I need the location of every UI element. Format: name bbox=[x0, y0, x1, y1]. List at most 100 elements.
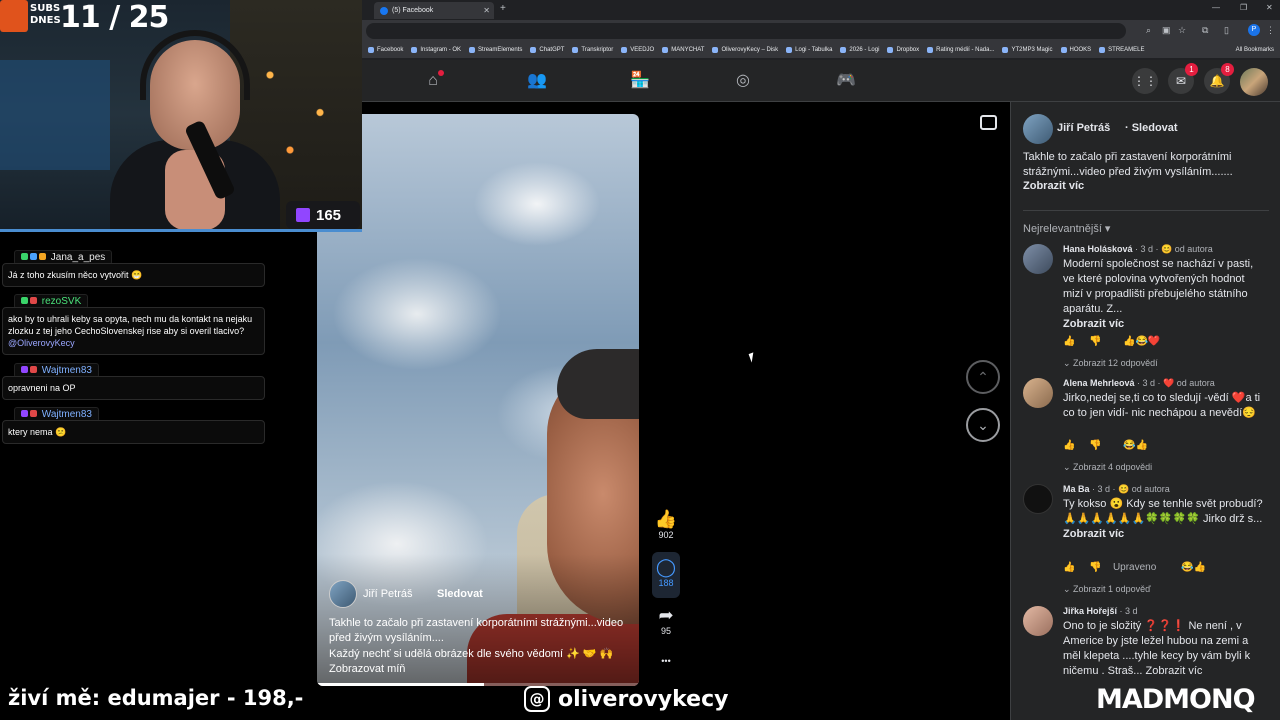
commenter-name[interactable]: Hana Holásková bbox=[1063, 244, 1133, 254]
friends-icon[interactable]: 👥 bbox=[526, 70, 548, 92]
like-button[interactable]: 👍 902 bbox=[652, 508, 680, 540]
commenter-name[interactable]: Jiřka Hořejší bbox=[1063, 606, 1117, 616]
bookmark-item[interactable]: Facebook bbox=[368, 47, 403, 53]
bookmark-item[interactable]: HOOKS bbox=[1060, 47, 1091, 53]
chat-message: ktery nema 😕 bbox=[2, 420, 265, 444]
close-window-icon[interactable]: ✕ bbox=[1266, 3, 1273, 12]
gaming-icon[interactable]: 🎮 bbox=[835, 70, 857, 92]
commenter-name[interactable]: Ma Ba bbox=[1063, 484, 1090, 494]
view-replies-link[interactable]: ⌄ Zobrazit 12 odpovědí bbox=[1063, 358, 1158, 369]
reel-author-name[interactable]: Jiří Petráš bbox=[363, 588, 413, 600]
comment-sort-dropdown[interactable]: Nejrelevantnější ▾ bbox=[1023, 222, 1110, 235]
marketplace-icon[interactable]: 🏪 bbox=[629, 70, 651, 92]
extensions-icon[interactable]: ⧉ bbox=[1202, 25, 1208, 36]
bookmark-item[interactable]: YT2MP3 Magic bbox=[1002, 47, 1053, 53]
chat-overlay: Jana_a_pes Já z toho zkusím něco vytvoři… bbox=[0, 236, 317, 720]
previous-reel-button[interactable]: ⌃ bbox=[966, 360, 1000, 394]
chevron-down-icon: ⌄ bbox=[977, 417, 989, 433]
share-button[interactable]: ➦ 95 bbox=[652, 604, 680, 636]
bookmark-item[interactable]: StreamElements bbox=[469, 47, 522, 53]
next-reel-button[interactable]: ⌄ bbox=[966, 408, 1000, 442]
bookmark-item[interactable]: Instagram - OK bbox=[411, 47, 461, 53]
all-bookmarks[interactable]: All Bookmarks bbox=[1236, 47, 1274, 53]
post-follow-button[interactable]: · Sledovat bbox=[1125, 122, 1178, 134]
dislike-comment-icon[interactable]: 👎 bbox=[1089, 440, 1101, 451]
bookmark-item[interactable]: Logi - Tabulka bbox=[786, 47, 832, 53]
facebook-nav: ⌂ 👥 🏪 ◎ 🎮 ⋮⋮ ✉ 1 🔔 8 bbox=[360, 60, 1280, 102]
commenter-avatar[interactable] bbox=[1023, 244, 1053, 274]
share-icon: ➦ bbox=[658, 605, 674, 625]
reel-follow-button[interactable]: Sledovat bbox=[437, 588, 483, 600]
comment-see-more[interactable]: Zobrazit víc bbox=[1063, 318, 1124, 330]
address-bar[interactable] bbox=[366, 23, 1126, 39]
toggle-panel-icon[interactable] bbox=[980, 115, 997, 130]
minimize-icon[interactable]: — bbox=[1212, 3, 1220, 12]
reel-author-avatar[interactable] bbox=[329, 580, 357, 608]
bookmark-item[interactable]: OliverovyKecy – Disk bbox=[712, 47, 778, 53]
comment-button[interactable]: ◯ 188 bbox=[652, 556, 680, 588]
profile-avatar[interactable]: P bbox=[1248, 24, 1260, 36]
comment-meta: Jiřka Hořejší · 3 d bbox=[1063, 606, 1138, 616]
sidepanel-icon[interactable]: ▯ bbox=[1224, 25, 1229, 36]
threads-handle: @ oliverovykecy bbox=[524, 686, 728, 712]
view-replies-link[interactable]: ⌄ Zobrazit 1 odpověď bbox=[1063, 584, 1151, 595]
dislike-comment-icon[interactable]: 👎 bbox=[1089, 336, 1101, 347]
home-notification-dot bbox=[438, 70, 444, 76]
reel-video[interactable]: Jiří Petráš Sledovat Takhle to začalo př… bbox=[317, 114, 639, 686]
bookmark-item[interactable]: STREAMELE bbox=[1099, 47, 1145, 53]
viewer-count: 165 bbox=[316, 206, 342, 224]
reel-caption-line: Každý nechť si udělá obrázek dle svého v… bbox=[329, 648, 614, 660]
post-see-more[interactable]: Zobrazit víc bbox=[1023, 180, 1084, 192]
bookmark-item[interactable]: 2026 - Logi bbox=[840, 47, 879, 53]
dislike-comment-icon[interactable]: 👎 bbox=[1089, 562, 1101, 573]
view-replies-link[interactable]: ⌄ Zobrazit 4 odpovědi bbox=[1063, 462, 1152, 473]
chat-message: Já z toho zkusím něco vytvořit 😁 bbox=[2, 263, 265, 287]
new-tab-button[interactable]: + bbox=[500, 3, 506, 14]
tab-title: (5) Facebook bbox=[392, 7, 434, 14]
bookmark-item[interactable]: Dropbox bbox=[887, 47, 919, 53]
comment-actions: 👍 👎 bbox=[1063, 440, 1102, 451]
bookmark-item[interactable]: VEEDJO bbox=[621, 47, 654, 53]
comment-reactions[interactable]: 😂👍 bbox=[1123, 440, 1148, 451]
comments-panel: Jiří Petráš · Sledovat Takhle to začalo … bbox=[1010, 102, 1280, 720]
commenter-avatar[interactable] bbox=[1023, 606, 1053, 636]
comment-body: Ono to je složitý ❓❓❗ Ne není , v Americ… bbox=[1063, 620, 1251, 677]
comment-meta: Ma Ba · 3 d · 😊 od autora bbox=[1063, 484, 1170, 494]
commenter-avatar[interactable] bbox=[1023, 484, 1053, 514]
star-icon[interactable]: ☆ bbox=[1178, 25, 1186, 36]
like-comment-icon[interactable]: 👍 bbox=[1063, 440, 1075, 451]
post-author-name[interactable]: Jiří Petráš bbox=[1057, 122, 1110, 134]
facebook-favicon-icon bbox=[380, 6, 388, 15]
chevron-up-icon: ⌃ bbox=[977, 369, 989, 385]
more-options-button[interactable]: ••• bbox=[652, 656, 680, 666]
webcam-overlay: SUBS DNES 11 / 25 165 bbox=[0, 0, 362, 232]
bookmark-item[interactable]: ChatGPT bbox=[530, 47, 564, 53]
commenter-name[interactable]: Alena Mehrleová bbox=[1063, 378, 1135, 388]
maximize-icon[interactable]: ❐ bbox=[1240, 3, 1247, 12]
tab-facebook[interactable]: (5) Facebook ✕ bbox=[374, 2, 494, 19]
reel-caption-toggle[interactable]: Zobrazovat míň bbox=[329, 662, 629, 677]
account-avatar[interactable] bbox=[1240, 68, 1268, 96]
comment-actions: 👍 👎 bbox=[1063, 336, 1102, 347]
divider bbox=[1023, 210, 1269, 211]
bookmark-item[interactable]: MANYCHAT bbox=[662, 47, 704, 53]
search-icon[interactable]: ⌕ bbox=[1146, 25, 1151, 36]
post-author-avatar[interactable] bbox=[1023, 114, 1053, 144]
like-comment-icon[interactable]: 👍 bbox=[1063, 336, 1075, 347]
subs-goal-count: 11 / 25 bbox=[60, 0, 169, 35]
comment-reactions[interactable]: 😂👍 bbox=[1181, 562, 1206, 573]
menu-grid-icon[interactable]: ⋮⋮ bbox=[1132, 68, 1158, 94]
comment-reactions[interactable]: 👍😂❤️ bbox=[1123, 336, 1160, 347]
comment-meta: Hana Holásková · 3 d · 😊 od autora bbox=[1063, 244, 1213, 254]
commenter-avatar[interactable] bbox=[1023, 378, 1053, 408]
comment-see-more[interactable]: Zobrazit víc bbox=[1063, 528, 1124, 540]
webcam-background bbox=[250, 30, 350, 180]
like-comment-icon[interactable]: 👍 bbox=[1063, 562, 1075, 573]
close-tab-icon[interactable]: ✕ bbox=[483, 6, 490, 15]
bookmark-item[interactable]: Transkriptor bbox=[572, 47, 613, 53]
cast-icon[interactable]: ▣ bbox=[1162, 25, 1171, 36]
groups-icon[interactable]: ◎ bbox=[732, 70, 754, 92]
chat-message: ako by to uhrali keby sa opyta, nech mu … bbox=[2, 307, 265, 355]
bookmark-item[interactable]: Rating médií - Nada... bbox=[927, 47, 994, 53]
menu-icon[interactable]: ⋮ bbox=[1266, 25, 1275, 36]
